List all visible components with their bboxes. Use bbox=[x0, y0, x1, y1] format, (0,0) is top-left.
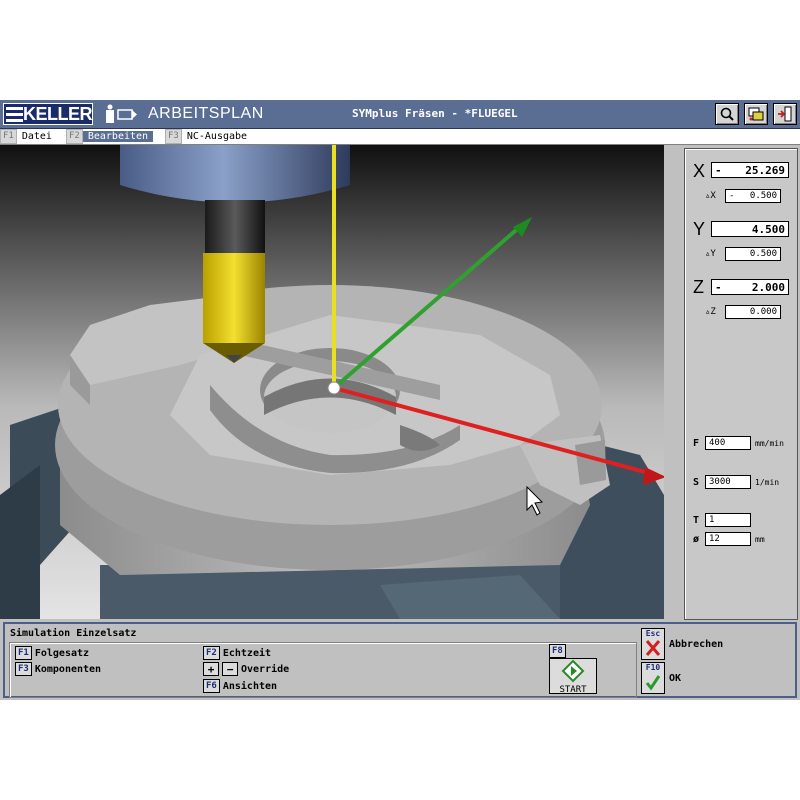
ok-key: F10 bbox=[645, 663, 661, 672]
echtzeit-key: F2 bbox=[203, 646, 220, 660]
checkmark-icon bbox=[645, 675, 661, 691]
exit-button[interactable] bbox=[773, 103, 797, 125]
override-plus-button[interactable]: + bbox=[203, 662, 219, 676]
start-face: START bbox=[549, 658, 597, 695]
tool-field[interactable]: 1 bbox=[705, 513, 751, 527]
menu-datei-label: Datei bbox=[21, 131, 52, 142]
override-minus-button[interactable]: − bbox=[222, 662, 238, 676]
ok-icon-box: F10 bbox=[641, 662, 665, 694]
y-position-field[interactable]: 4.500 bbox=[711, 221, 789, 237]
menu-bearbeiten-key: F2 bbox=[66, 129, 83, 144]
folgesatz-button[interactable]: F1 Folgesatz bbox=[15, 646, 89, 660]
diameter-label: ø bbox=[693, 534, 700, 545]
override-control[interactable]: + − Override bbox=[203, 662, 289, 676]
menu-datei[interactable]: F1 Datei bbox=[0, 129, 57, 144]
machining-scene bbox=[0, 145, 664, 619]
y-value: 4.500 bbox=[751, 222, 785, 236]
simulation-controls bbox=[9, 642, 637, 698]
delta-y-field[interactable]: 0.500 bbox=[725, 247, 781, 261]
menu-bearbeiten-label: Bearbeiten bbox=[82, 131, 154, 142]
feed-unit: mm/min bbox=[755, 439, 784, 448]
start-label: START bbox=[559, 685, 587, 695]
x-value: 25.269 bbox=[745, 163, 785, 177]
delta-x-sign: - bbox=[729, 191, 735, 201]
diameter-unit: mm bbox=[755, 535, 765, 544]
cancel-icon-box: Esc bbox=[641, 628, 665, 660]
ansichten-label: Ansichten bbox=[222, 680, 278, 692]
delta-y-value: 0.500 bbox=[749, 249, 777, 259]
komponenten-label: Komponenten bbox=[34, 663, 102, 675]
diameter-field[interactable]: 12 bbox=[705, 532, 751, 546]
komponenten-key: F3 bbox=[15, 662, 32, 676]
coordinate-panel: X - 25.269 ▵X - 0.500 Y 4.500 ▵Y 0.500 Z… bbox=[684, 148, 798, 620]
cancel-x-icon bbox=[645, 640, 661, 656]
menu-nc-ausgabe[interactable]: F3 NC-Ausgabe bbox=[165, 129, 252, 144]
delta-z-value: 0.000 bbox=[749, 307, 777, 317]
delta-x-value: 0.500 bbox=[749, 191, 777, 201]
folgesatz-key: F1 bbox=[15, 646, 32, 660]
workplan-icon bbox=[106, 104, 137, 123]
settings-icon bbox=[748, 107, 764, 121]
document-title: SYMplus Fräsen - *FLUEGEL bbox=[352, 107, 518, 120]
magnifier-button[interactable] bbox=[715, 103, 739, 125]
delta-z-label: ▵Z bbox=[705, 307, 716, 317]
y-axis-label: Y bbox=[693, 219, 706, 239]
settings-button[interactable] bbox=[744, 103, 768, 125]
app-title: ARBEITSPLAN bbox=[148, 105, 264, 122]
override-label: Override bbox=[241, 663, 290, 675]
menu-datei-key: F1 bbox=[0, 129, 17, 144]
start-button[interactable]: F8 START bbox=[549, 644, 597, 695]
z-value: 2.000 bbox=[751, 280, 785, 294]
ok-button[interactable]: F10 OK bbox=[641, 662, 681, 694]
ansichten-button[interactable]: F6 Ansichten bbox=[203, 679, 277, 693]
delta-x-field[interactable]: - 0.500 bbox=[725, 189, 781, 203]
komponenten-button[interactable]: F3 Komponenten bbox=[15, 662, 101, 676]
ansichten-key: F6 bbox=[203, 679, 220, 693]
magnifier-icon bbox=[720, 107, 734, 121]
menu-nc-ausgabe-key: F3 bbox=[165, 129, 182, 144]
speed-field[interactable]: 3000 bbox=[705, 475, 751, 489]
origin-point bbox=[327, 381, 341, 395]
x-position-field[interactable]: - 25.269 bbox=[711, 162, 789, 178]
menu-nc-ausgabe-label: NC-Ausgabe bbox=[186, 131, 248, 142]
speed-label: S bbox=[693, 477, 700, 488]
delta-y-label: ▵Y bbox=[705, 249, 716, 259]
feed-label: F bbox=[693, 438, 700, 449]
milling-tool bbox=[203, 253, 265, 363]
x-axis-label: X bbox=[693, 161, 706, 181]
z-sign: - bbox=[715, 280, 722, 294]
app-window: KELLER ARBEITSPLAN SYMplus Fräsen - *FLU… bbox=[0, 100, 800, 700]
delta-x-label: ▵X bbox=[705, 191, 716, 201]
simulation-title: Simulation Einzelsatz bbox=[10, 628, 137, 639]
z-position-field[interactable]: - 2.000 bbox=[711, 279, 789, 295]
z-axis-label: Z bbox=[693, 277, 704, 297]
title-bar: KELLER ARBEITSPLAN SYMplus Fräsen - *FLU… bbox=[0, 100, 800, 129]
start-icon bbox=[561, 659, 585, 683]
speed-unit: 1/min bbox=[755, 478, 780, 487]
cancel-button[interactable]: Esc Abbrechen bbox=[641, 628, 723, 660]
exit-icon bbox=[778, 106, 792, 122]
start-key: F8 bbox=[549, 644, 566, 658]
keller-logo: KELLER bbox=[3, 103, 93, 125]
x-sign: - bbox=[715, 163, 722, 177]
echtzeit-label: Echtzeit bbox=[222, 647, 272, 659]
ok-label: OK bbox=[669, 672, 682, 684]
echtzeit-button[interactable]: F2 Echtzeit bbox=[203, 646, 271, 660]
tool-label: T bbox=[693, 515, 700, 526]
simulation-viewport[interactable] bbox=[0, 145, 664, 619]
cancel-key: Esc bbox=[645, 629, 661, 638]
folgesatz-label: Folgesatz bbox=[34, 647, 90, 659]
logo-mark-icon bbox=[6, 104, 23, 124]
feed-field[interactable]: 400 bbox=[705, 436, 751, 450]
logo-text: KELLER bbox=[23, 103, 93, 124]
delta-z-field[interactable]: 0.000 bbox=[725, 305, 781, 319]
simulation-panel: Simulation Einzelsatz F1 Folgesatz F3 Ko… bbox=[3, 622, 797, 698]
menu-bar: F1 Datei F2 Bearbeiten F3 NC-Ausgabe bbox=[0, 129, 800, 145]
cancel-label: Abbrechen bbox=[669, 638, 724, 650]
menu-bearbeiten[interactable]: F2 Bearbeiten bbox=[66, 129, 154, 144]
